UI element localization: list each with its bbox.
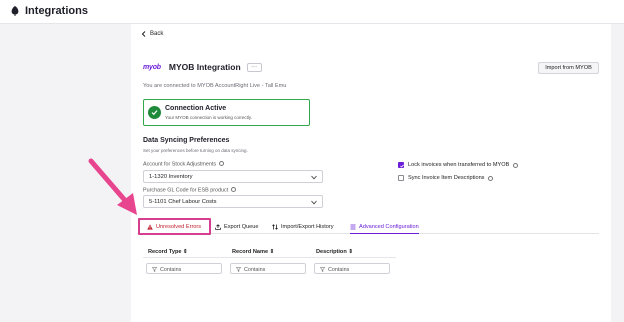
swap-icon xyxy=(272,224,278,230)
info-icon xyxy=(513,162,519,168)
top-bar: Integrations xyxy=(0,0,624,24)
checkmark-icon xyxy=(399,164,404,168)
stock-account-label: Account for Stock Adjustments xyxy=(143,161,224,168)
connected-text: You are connected to MYOB AccountRight L… xyxy=(143,83,287,89)
back-button[interactable]: Back xyxy=(141,31,163,37)
filter-placeholder: Contains xyxy=(328,266,350,273)
filter-icon xyxy=(152,267,157,272)
info-icon xyxy=(218,161,224,166)
connection-status: Connection Active xyxy=(165,105,227,112)
tab-label: Export Queue xyxy=(224,224,259,230)
page-title: Integrations xyxy=(25,5,88,17)
filter-placeholder: Contains xyxy=(160,266,182,273)
lock-invoices-checkbox[interactable] xyxy=(398,162,404,168)
tab-label: Advanced Configuration xyxy=(359,224,419,230)
sync-descriptions-label: Sync Invoice Item Descriptions xyxy=(408,175,485,181)
lock-invoices-option[interactable]: Lock invoices when transferred to MYOB xyxy=(398,162,519,168)
list-icon xyxy=(350,224,356,230)
tab-label: Import/Export History xyxy=(281,224,334,230)
gl-code-value: 5-1101 Chef Labour Costs xyxy=(149,199,217,205)
integration-title: MYOB Integration xyxy=(168,62,241,72)
upload-icon xyxy=(215,224,221,230)
myob-logo: myob xyxy=(143,63,161,71)
gl-code-label: Purchase GL Code for ESB product xyxy=(143,187,236,194)
integration-header: myob MYOB Integration ··· xyxy=(143,62,262,72)
section-subtitle: Set your preferences before turning on d… xyxy=(143,148,248,153)
chevron-left-icon xyxy=(141,31,146,37)
stock-account-select[interactable]: 1-1320 Inventory xyxy=(143,170,323,183)
record-name-filter-input[interactable]: Contains xyxy=(230,263,306,274)
import-from-myob-button[interactable]: Import from MYOB xyxy=(538,62,599,74)
chevron-down-icon xyxy=(311,175,317,180)
lock-invoices-label: Lock invoices when transferred to MYOB xyxy=(408,162,510,168)
sync-descriptions-option[interactable]: Sync Invoice Item Descriptions xyxy=(398,175,494,181)
filter-icon xyxy=(320,267,325,272)
info-icon xyxy=(230,187,236,192)
connection-status-box: Connection Active Your MYOB connection i… xyxy=(143,99,310,126)
leaf-icon xyxy=(11,6,19,16)
stock-account-value: 1-1320 Inventory xyxy=(149,174,193,180)
more-options-button[interactable]: ··· xyxy=(246,62,262,72)
connection-detail: Your MYOB connection is working correctl… xyxy=(165,115,253,120)
section-title: Data Syncing Preferences xyxy=(143,137,230,144)
chevron-down-icon xyxy=(311,200,317,205)
filter-icon xyxy=(236,267,241,272)
filter-placeholder: Contains xyxy=(244,266,266,273)
highlight-box xyxy=(138,218,211,235)
column-header-record-type[interactable]: Record Type ⇕ xyxy=(148,249,188,255)
description-filter-input[interactable]: Contains xyxy=(314,263,390,274)
record-type-filter-input[interactable]: Contains xyxy=(146,263,222,274)
sync-descriptions-checkbox[interactable] xyxy=(398,175,404,181)
back-label: Back xyxy=(150,31,164,37)
check-circle-icon xyxy=(148,106,161,119)
tab-import-export-history[interactable]: Import/Export History xyxy=(272,221,334,233)
tab-advanced-configuration[interactable]: Advanced Configuration xyxy=(350,221,419,234)
table-divider xyxy=(143,257,396,258)
annotation-arrow-icon xyxy=(88,158,137,215)
column-header-record-name[interactable]: Record Name ⇕ xyxy=(232,249,274,255)
column-header-description[interactable]: Description ⇕ xyxy=(316,249,353,255)
info-icon xyxy=(488,175,494,181)
tab-export-queue[interactable]: Export Queue xyxy=(215,221,259,233)
gl-code-select[interactable]: 5-1101 Chef Labour Costs xyxy=(143,195,323,208)
